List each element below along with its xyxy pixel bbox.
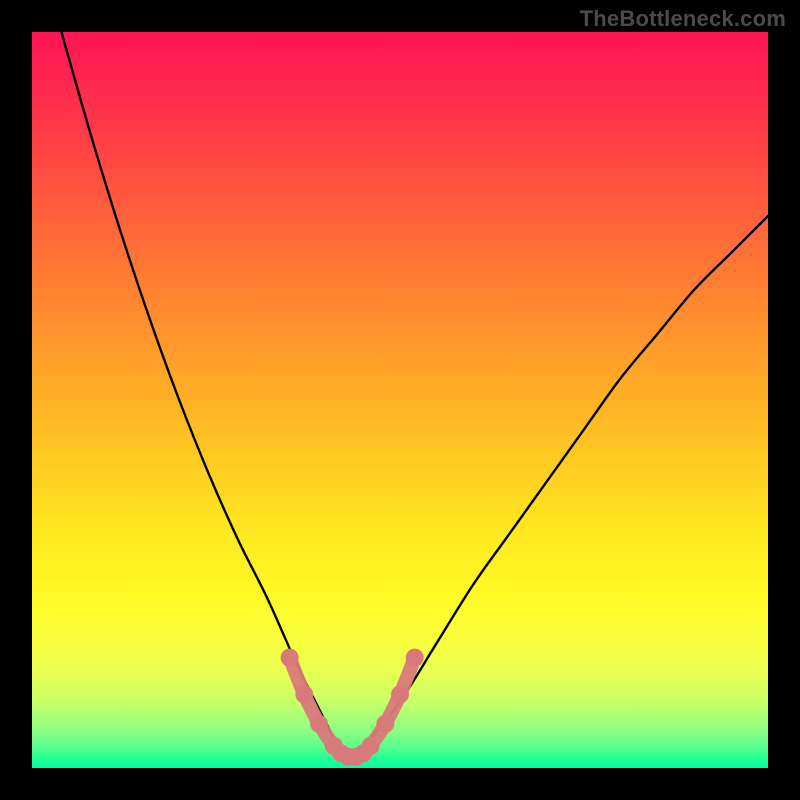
valley-dot <box>281 649 299 667</box>
valley-dot <box>406 649 424 667</box>
plot-svg <box>32 32 768 768</box>
valley-dot <box>376 715 394 733</box>
valley-stroke <box>290 658 415 758</box>
plot-area <box>32 32 768 768</box>
valley-dot <box>295 685 313 703</box>
valley-dot <box>391 685 409 703</box>
valley-dot <box>310 715 328 733</box>
watermark-label: TheBottleneck.com <box>580 6 786 32</box>
valley-dot <box>362 737 380 755</box>
chart-frame: TheBottleneck.com <box>0 0 800 800</box>
